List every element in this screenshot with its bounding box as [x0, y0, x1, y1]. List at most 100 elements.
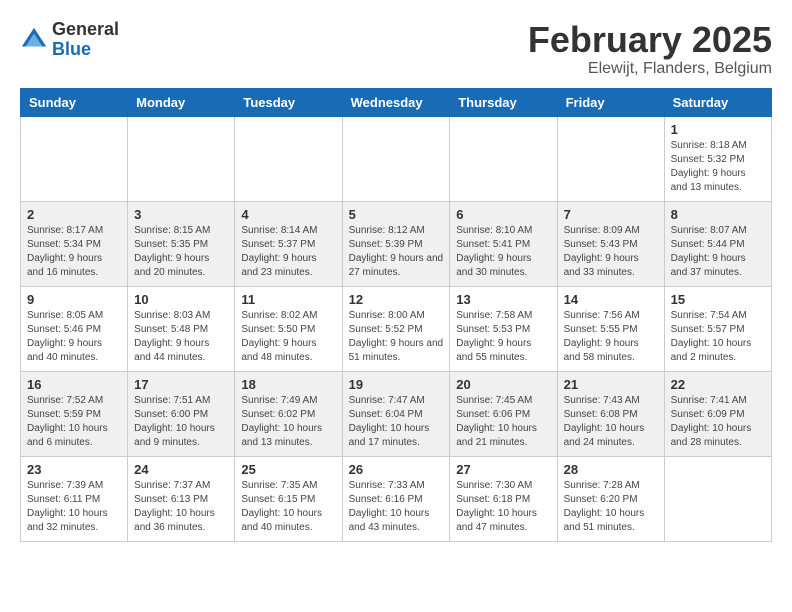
day-number: 28: [564, 462, 658, 477]
day-number: 20: [456, 377, 550, 392]
calendar-day-cell: 21 Sunrise: 7:43 AM Sunset: 6:08 PM Dayli…: [557, 371, 664, 456]
calendar-subtitle: Elewijt, Flanders, Belgium: [528, 60, 772, 78]
day-info: Sunrise: 8:17 AM Sunset: 5:34 PM Dayligh…: [27, 224, 121, 280]
calendar-day-cell: 20 Sunrise: 7:45 AM Sunset: 6:06 PM Dayli…: [450, 371, 557, 456]
calendar-day-cell: 22 Sunrise: 7:41 AM Sunset: 6:09 PM Dayli…: [664, 371, 771, 456]
day-number: 18: [241, 377, 335, 392]
day-info: Sunrise: 8:12 AM Sunset: 5:39 PM Dayligh…: [349, 224, 444, 280]
calendar-day-cell: 11Sunrise: 8:02 AM Sunset: 5:50 PM Dayli…: [235, 286, 342, 371]
day-number: 4: [241, 207, 335, 222]
weekday-header-cell: Monday: [128, 88, 235, 116]
day-info: Sunrise: 7:43 AM Sunset: 6:08 PM Dayligh…: [564, 394, 658, 450]
weekday-header-cell: Wednesday: [342, 88, 450, 116]
calendar-day-cell: [128, 116, 235, 201]
day-info: Sunrise: 8:10 AM Sunset: 5:41 PM Dayligh…: [456, 224, 550, 280]
day-number: 11: [241, 292, 335, 307]
day-number: 27: [456, 462, 550, 477]
day-info: Sunrise: 7:35 AM Sunset: 6:15 PM Dayligh…: [241, 479, 335, 535]
day-number: 3: [134, 207, 228, 222]
day-info: Sunrise: 7:56 AM Sunset: 5:55 PM Dayligh…: [564, 309, 658, 365]
day-info: Sunrise: 8:18 AM Sunset: 5:32 PM Dayligh…: [671, 139, 765, 195]
logo-icon: [20, 26, 48, 54]
calendar-week-row: 1 Sunrise: 8:18 AM Sunset: 5:32 PM Daylig…: [21, 116, 772, 201]
calendar-day-cell: 13 Sunrise: 7:58 AM Sunset: 5:53 PM Dayli…: [450, 286, 557, 371]
day-info: Sunrise: 8:00 AM Sunset: 5:52 PM Dayligh…: [349, 309, 444, 365]
day-info: Sunrise: 7:41 AM Sunset: 6:09 PM Dayligh…: [671, 394, 765, 450]
day-number: 22: [671, 377, 765, 392]
day-number: 17: [134, 377, 228, 392]
calendar-day-cell: 9 Sunrise: 8:05 AM Sunset: 5:46 PM Daylig…: [21, 286, 128, 371]
day-number: 23: [27, 462, 121, 477]
day-info: Sunrise: 8:07 AM Sunset: 5:44 PM Dayligh…: [671, 224, 765, 280]
day-info: Sunrise: 8:15 AM Sunset: 5:35 PM Dayligh…: [134, 224, 228, 280]
day-number: 1: [671, 122, 765, 137]
calendar-day-cell: 8 Sunrise: 8:07 AM Sunset: 5:44 PM Daylig…: [664, 201, 771, 286]
calendar-day-cell: 25 Sunrise: 7:35 AM Sunset: 6:15 PM Dayli…: [235, 456, 342, 541]
calendar-day-cell: 4Sunrise: 8:14 AM Sunset: 5:37 PM Daylig…: [235, 201, 342, 286]
day-number: 21: [564, 377, 658, 392]
logo: General Blue: [20, 20, 119, 60]
calendar-day-cell: 17 Sunrise: 7:51 AM Sunset: 6:00 PM Dayli…: [128, 371, 235, 456]
day-info: Sunrise: 8:03 AM Sunset: 5:48 PM Dayligh…: [134, 309, 228, 365]
calendar-day-cell: 3 Sunrise: 8:15 AM Sunset: 5:35 PM Daylig…: [128, 201, 235, 286]
day-number: 26: [349, 462, 444, 477]
day-number: 15: [671, 292, 765, 307]
calendar-body: 1 Sunrise: 8:18 AM Sunset: 5:32 PM Daylig…: [21, 116, 772, 541]
calendar-day-cell: [235, 116, 342, 201]
day-number: 10: [134, 292, 228, 307]
day-number: 19: [349, 377, 444, 392]
day-number: 7: [564, 207, 658, 222]
day-number: 16: [27, 377, 121, 392]
day-number: 9: [27, 292, 121, 307]
day-info: Sunrise: 7:28 AM Sunset: 6:20 PM Dayligh…: [564, 479, 658, 535]
day-info: Sunrise: 7:51 AM Sunset: 6:00 PM Dayligh…: [134, 394, 228, 450]
calendar-day-cell: 24 Sunrise: 7:37 AM Sunset: 6:13 PM Dayli…: [128, 456, 235, 541]
day-info: Sunrise: 7:39 AM Sunset: 6:11 PM Dayligh…: [27, 479, 121, 535]
calendar-day-cell: 14 Sunrise: 7:56 AM Sunset: 5:55 PM Dayli…: [557, 286, 664, 371]
day-number: 6: [456, 207, 550, 222]
calendar-week-row: 9 Sunrise: 8:05 AM Sunset: 5:46 PM Daylig…: [21, 286, 772, 371]
weekday-header-cell: Friday: [557, 88, 664, 116]
calendar-week-row: 16 Sunrise: 7:52 AM Sunset: 5:59 PM Dayli…: [21, 371, 772, 456]
title-section: February 2025 Elewijt, Flanders, Belgium: [528, 20, 772, 78]
calendar-day-cell: 12Sunrise: 8:00 AM Sunset: 5:52 PM Dayli…: [342, 286, 450, 371]
day-number: 24: [134, 462, 228, 477]
calendar-day-cell: 19Sunrise: 7:47 AM Sunset: 6:04 PM Dayli…: [342, 371, 450, 456]
day-info: Sunrise: 7:37 AM Sunset: 6:13 PM Dayligh…: [134, 479, 228, 535]
day-info: Sunrise: 7:45 AM Sunset: 6:06 PM Dayligh…: [456, 394, 550, 450]
day-info: Sunrise: 7:58 AM Sunset: 5:53 PM Dayligh…: [456, 309, 550, 365]
calendar-day-cell: [664, 456, 771, 541]
calendar-day-cell: 1 Sunrise: 8:18 AM Sunset: 5:32 PM Daylig…: [664, 116, 771, 201]
calendar-day-cell: 18 Sunrise: 7:49 AM Sunset: 6:02 PM Dayli…: [235, 371, 342, 456]
day-number: 8: [671, 207, 765, 222]
day-number: 5: [349, 207, 444, 222]
day-info: Sunrise: 7:33 AM Sunset: 6:16 PM Dayligh…: [349, 479, 444, 535]
calendar-day-cell: 26 Sunrise: 7:33 AM Sunset: 6:16 PM Dayli…: [342, 456, 450, 541]
weekday-header-cell: Sunday: [21, 88, 128, 116]
calendar-title: February 2025: [528, 20, 772, 60]
calendar-day-cell: 6 Sunrise: 8:10 AM Sunset: 5:41 PM Daylig…: [450, 201, 557, 286]
weekday-header-cell: Thursday: [450, 88, 557, 116]
day-info: Sunrise: 7:52 AM Sunset: 5:59 PM Dayligh…: [27, 394, 121, 450]
weekday-header-row: SundayMondayTuesdayWednesdayThursdayFrid…: [21, 88, 772, 116]
calendar-day-cell: [21, 116, 128, 201]
calendar-day-cell: 15Sunrise: 7:54 AM Sunset: 5:57 PM Dayli…: [664, 286, 771, 371]
weekday-header-cell: Saturday: [664, 88, 771, 116]
calendar-day-cell: 5 Sunrise: 8:12 AM Sunset: 5:39 PM Daylig…: [342, 201, 450, 286]
day-number: 25: [241, 462, 335, 477]
calendar-day-cell: 27 Sunrise: 7:30 AM Sunset: 6:18 PM Dayli…: [450, 456, 557, 541]
day-info: Sunrise: 7:49 AM Sunset: 6:02 PM Dayligh…: [241, 394, 335, 450]
day-info: Sunrise: 8:05 AM Sunset: 5:46 PM Dayligh…: [27, 309, 121, 365]
logo-general: General: [52, 20, 119, 40]
calendar-day-cell: 23 Sunrise: 7:39 AM Sunset: 6:11 PM Dayli…: [21, 456, 128, 541]
calendar-day-cell: 10 Sunrise: 8:03 AM Sunset: 5:48 PM Dayli…: [128, 286, 235, 371]
day-number: 13: [456, 292, 550, 307]
calendar-table: SundayMondayTuesdayWednesdayThursdayFrid…: [20, 88, 772, 542]
weekday-header-cell: Tuesday: [235, 88, 342, 116]
logo-blue: Blue: [52, 40, 119, 60]
calendar-day-cell: 7Sunrise: 8:09 AM Sunset: 5:43 PM Daylig…: [557, 201, 664, 286]
day-number: 14: [564, 292, 658, 307]
calendar-week-row: 2Sunrise: 8:17 AM Sunset: 5:34 PM Daylig…: [21, 201, 772, 286]
calendar-day-cell: 2Sunrise: 8:17 AM Sunset: 5:34 PM Daylig…: [21, 201, 128, 286]
day-info: Sunrise: 7:30 AM Sunset: 6:18 PM Dayligh…: [456, 479, 550, 535]
